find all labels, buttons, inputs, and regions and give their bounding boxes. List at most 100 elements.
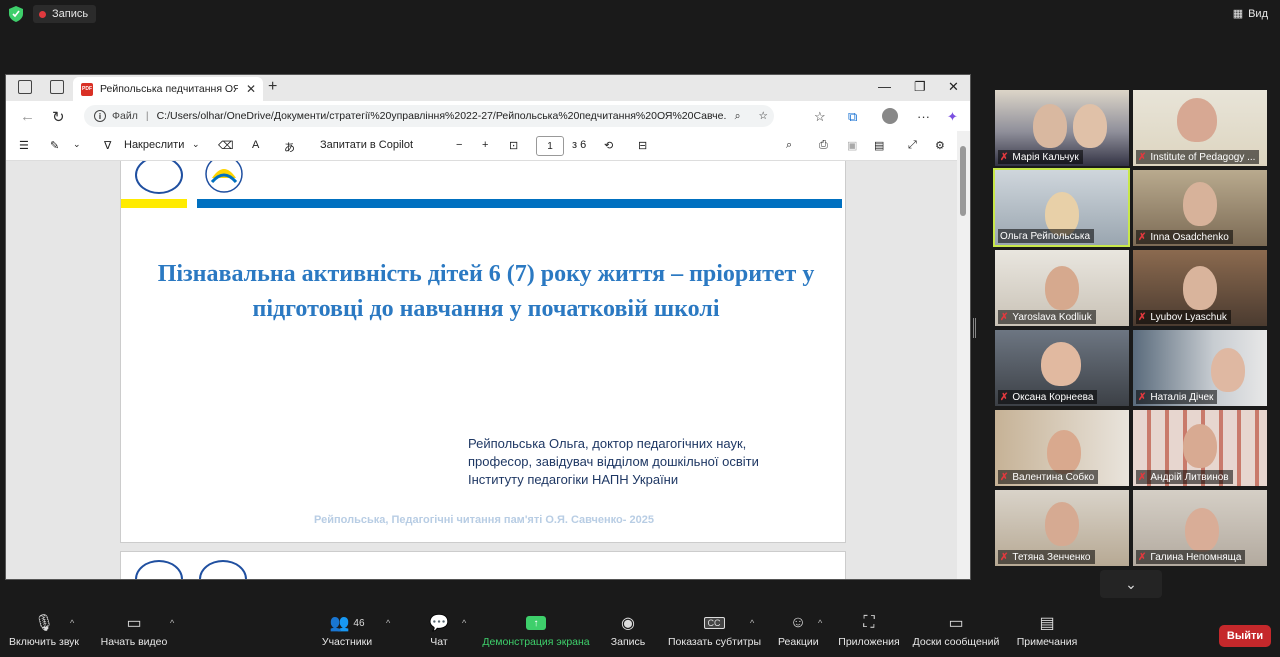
favorite-star-icon[interactable]: ☆ <box>758 110 767 122</box>
highlight-dropdown-icon[interactable]: ⌄ <box>73 139 81 150</box>
chevron-up-icon[interactable]: ^ <box>462 618 466 628</box>
restore-icon[interactable]: ❐ <box>914 79 926 95</box>
translate-icon[interactable]: あ <box>284 139 295 155</box>
more-menu-icon[interactable]: ··· <box>917 109 930 124</box>
muted-mic-icon: ✗ <box>1138 151 1147 163</box>
panel-splitter[interactable] <box>973 318 976 338</box>
participant-tile[interactable]: ✗ Lyubov Lyaschuk <box>1133 250 1267 326</box>
muted-mic-icon: ✗ <box>1000 391 1009 403</box>
participant-name-tag: ✗ Оксана Корнеева <box>998 390 1098 404</box>
save-as-icon[interactable]: ▤ <box>874 139 884 152</box>
record-label: Запись <box>610 636 646 648</box>
fit-page-icon[interactable]: ⊡ <box>509 139 518 152</box>
minimize-icon[interactable]: — <box>878 79 891 94</box>
chat-button[interactable]: 💬 Чат ^ <box>424 610 466 648</box>
napn-logo-image <box>199 560 247 579</box>
draw-button-label[interactable]: Накреслити <box>124 139 184 151</box>
highlight-icon[interactable]: ✎ <box>50 139 59 152</box>
participant-tile[interactable]: ✗ Yaroslava Kodliuk <box>995 250 1129 326</box>
chevron-up-icon[interactable]: ^ <box>70 618 74 628</box>
apps-button[interactable]: ⛶ Приложения <box>838 610 900 648</box>
participant-tile[interactable]: ✗ Оксана Корнеева <box>995 330 1129 406</box>
participant-tile[interactable]: ✗ Андрій Литвинов <box>1133 410 1267 486</box>
author-block: Рейпольська Ольга, доктор педагогічних н… <box>468 435 828 489</box>
tab-close-icon[interactable]: ✕ <box>246 82 256 96</box>
start-video-button[interactable]: ▭ Начать видео ^ <box>100 610 175 648</box>
reactions-button[interactable]: ☺ Реакции ^ <box>778 610 822 648</box>
zoom-in-icon[interactable]: + <box>482 139 488 151</box>
url-field[interactable]: i Файл | C:/Users/olhar/OneDrive/Докумен… <box>84 105 774 127</box>
view-button[interactable]: ▦ Вид <box>1233 7 1268 21</box>
refresh-icon[interactable]: ↻ <box>52 108 65 126</box>
fullscreen-icon[interactable]: ⤢ <box>908 139 917 152</box>
zoom-out-icon[interactable]: − <box>456 139 462 151</box>
participant-name: Inna Osadchenko <box>1150 231 1229 243</box>
zoom-icon[interactable]: ⌕ <box>735 110 741 123</box>
participant-tile-active-speaker[interactable]: Ольга Рейпольська <box>993 168 1130 247</box>
gallery-next-page-button[interactable]: ⌄ <box>1100 570 1162 598</box>
chevron-up-icon[interactable]: ^ <box>386 618 390 628</box>
start-video-label: Начать видео <box>100 636 168 648</box>
participant-name-tag: ✗ Валентина Собко <box>998 470 1099 484</box>
chevron-up-icon[interactable]: ^ <box>818 618 822 628</box>
participants-button[interactable]: 👥 46 Участники ^ <box>320 610 390 648</box>
record-button[interactable]: ◉ Запись <box>610 610 646 648</box>
chevron-up-icon[interactable]: ^ <box>170 618 174 628</box>
collections-icon[interactable]: ⧉ <box>848 109 857 125</box>
participant-name-tag: ✗ Тетяна Зенченко <box>998 550 1095 564</box>
page-number-input[interactable]: 1 <box>536 136 564 156</box>
participant-tile[interactable]: ✗ Галина Непомняща <box>1133 490 1267 566</box>
favorites-icon[interactable]: ☆ <box>814 109 826 125</box>
chevron-up-icon[interactable]: ^ <box>750 618 754 628</box>
author-line: Інституту педагогіки НАПН України <box>468 472 679 487</box>
participant-tile[interactable]: ✗ Inna Osadchenko <box>1133 170 1267 246</box>
print-icon[interactable]: ⎙ <box>819 139 828 152</box>
rotate-icon[interactable]: ⟲ <box>604 139 613 152</box>
share-screen-button[interactable]: ↑ Демонстрация экрана <box>482 610 590 648</box>
workspaces-icon[interactable] <box>18 80 32 94</box>
save-icon[interactable]: ▣ <box>847 139 857 152</box>
muted-mic-icon: ✗ <box>1138 471 1147 483</box>
tab-actions-icon[interactable] <box>50 80 64 94</box>
profile-avatar[interactable] <box>882 108 898 124</box>
institute-logo-image <box>135 161 183 194</box>
captions-button[interactable]: CC Показать субтитры ^ <box>668 610 761 648</box>
participant-face <box>1073 104 1107 148</box>
leave-meeting-button[interactable]: Выйти <box>1219 625 1271 647</box>
window-close-icon[interactable]: ✕ <box>948 79 959 95</box>
notes-button[interactable]: ▤ Примечания <box>1016 610 1078 648</box>
pdf-viewport[interactable]: Пізнавальна активність дітей 6 (7) року … <box>6 161 958 579</box>
browser-tab-active[interactable]: PDF Рейпольська педчитання ОЯ Са ✕ <box>73 77 263 101</box>
muted-mic-icon: ✗ <box>1000 551 1009 563</box>
participant-face <box>1183 266 1217 310</box>
new-tab-icon[interactable]: + <box>268 78 277 96</box>
contents-icon[interactable]: ☰ <box>19 139 29 152</box>
participant-tile[interactable]: ✗ Наталія Дічек <box>1133 330 1267 406</box>
participant-tile[interactable]: ✗ Institute of Pedagogy ... <box>1133 90 1267 166</box>
whiteboards-button[interactable]: ▭ Доски сообщений <box>912 610 1000 648</box>
page-view-icon[interactable]: ⊟ <box>638 139 647 152</box>
draw-icon[interactable]: ∇ <box>104 139 111 152</box>
slide-title: Пізнавальна активність дітей 6 (7) року … <box>157 261 815 322</box>
participant-face <box>1211 348 1245 392</box>
participant-tile[interactable]: ✗ Валентина Собко <box>995 410 1129 486</box>
scrollbar-thumb[interactable] <box>960 146 966 216</box>
participant-tile[interactable]: ✗ Тетяна Зенченко <box>995 490 1129 566</box>
shared-browser-window: PDF Рейпольська педчитання ОЯ Са ✕ + — ❐… <box>5 74 971 580</box>
unmute-button[interactable]: 🎙 Включить звук ^ <box>8 610 80 648</box>
copilot-icon[interactable]: ✦ <box>947 109 958 125</box>
pdf-scrollbar[interactable] <box>957 131 970 579</box>
read-aloud-icon[interactable]: A <box>252 139 259 151</box>
info-icon[interactable]: i <box>94 110 106 122</box>
back-icon[interactable]: ← <box>20 108 35 125</box>
participant-face <box>1033 104 1067 148</box>
draw-dropdown-icon[interactable]: ⌄ <box>192 139 200 150</box>
view-label: Вид <box>1248 7 1268 20</box>
shield-icon[interactable] <box>9 6 23 22</box>
settings-gear-icon[interactable]: ⚙ <box>935 139 945 152</box>
search-icon[interactable]: ⌕ <box>786 139 792 152</box>
recording-indicator[interactable]: Запись <box>33 5 97 23</box>
eraser-icon[interactable]: ⌫ <box>218 139 234 152</box>
ask-copilot-button[interactable]: Запитати в Copilot <box>320 139 413 151</box>
participant-tile[interactable]: ✗ Марія Кальчук <box>995 90 1129 166</box>
